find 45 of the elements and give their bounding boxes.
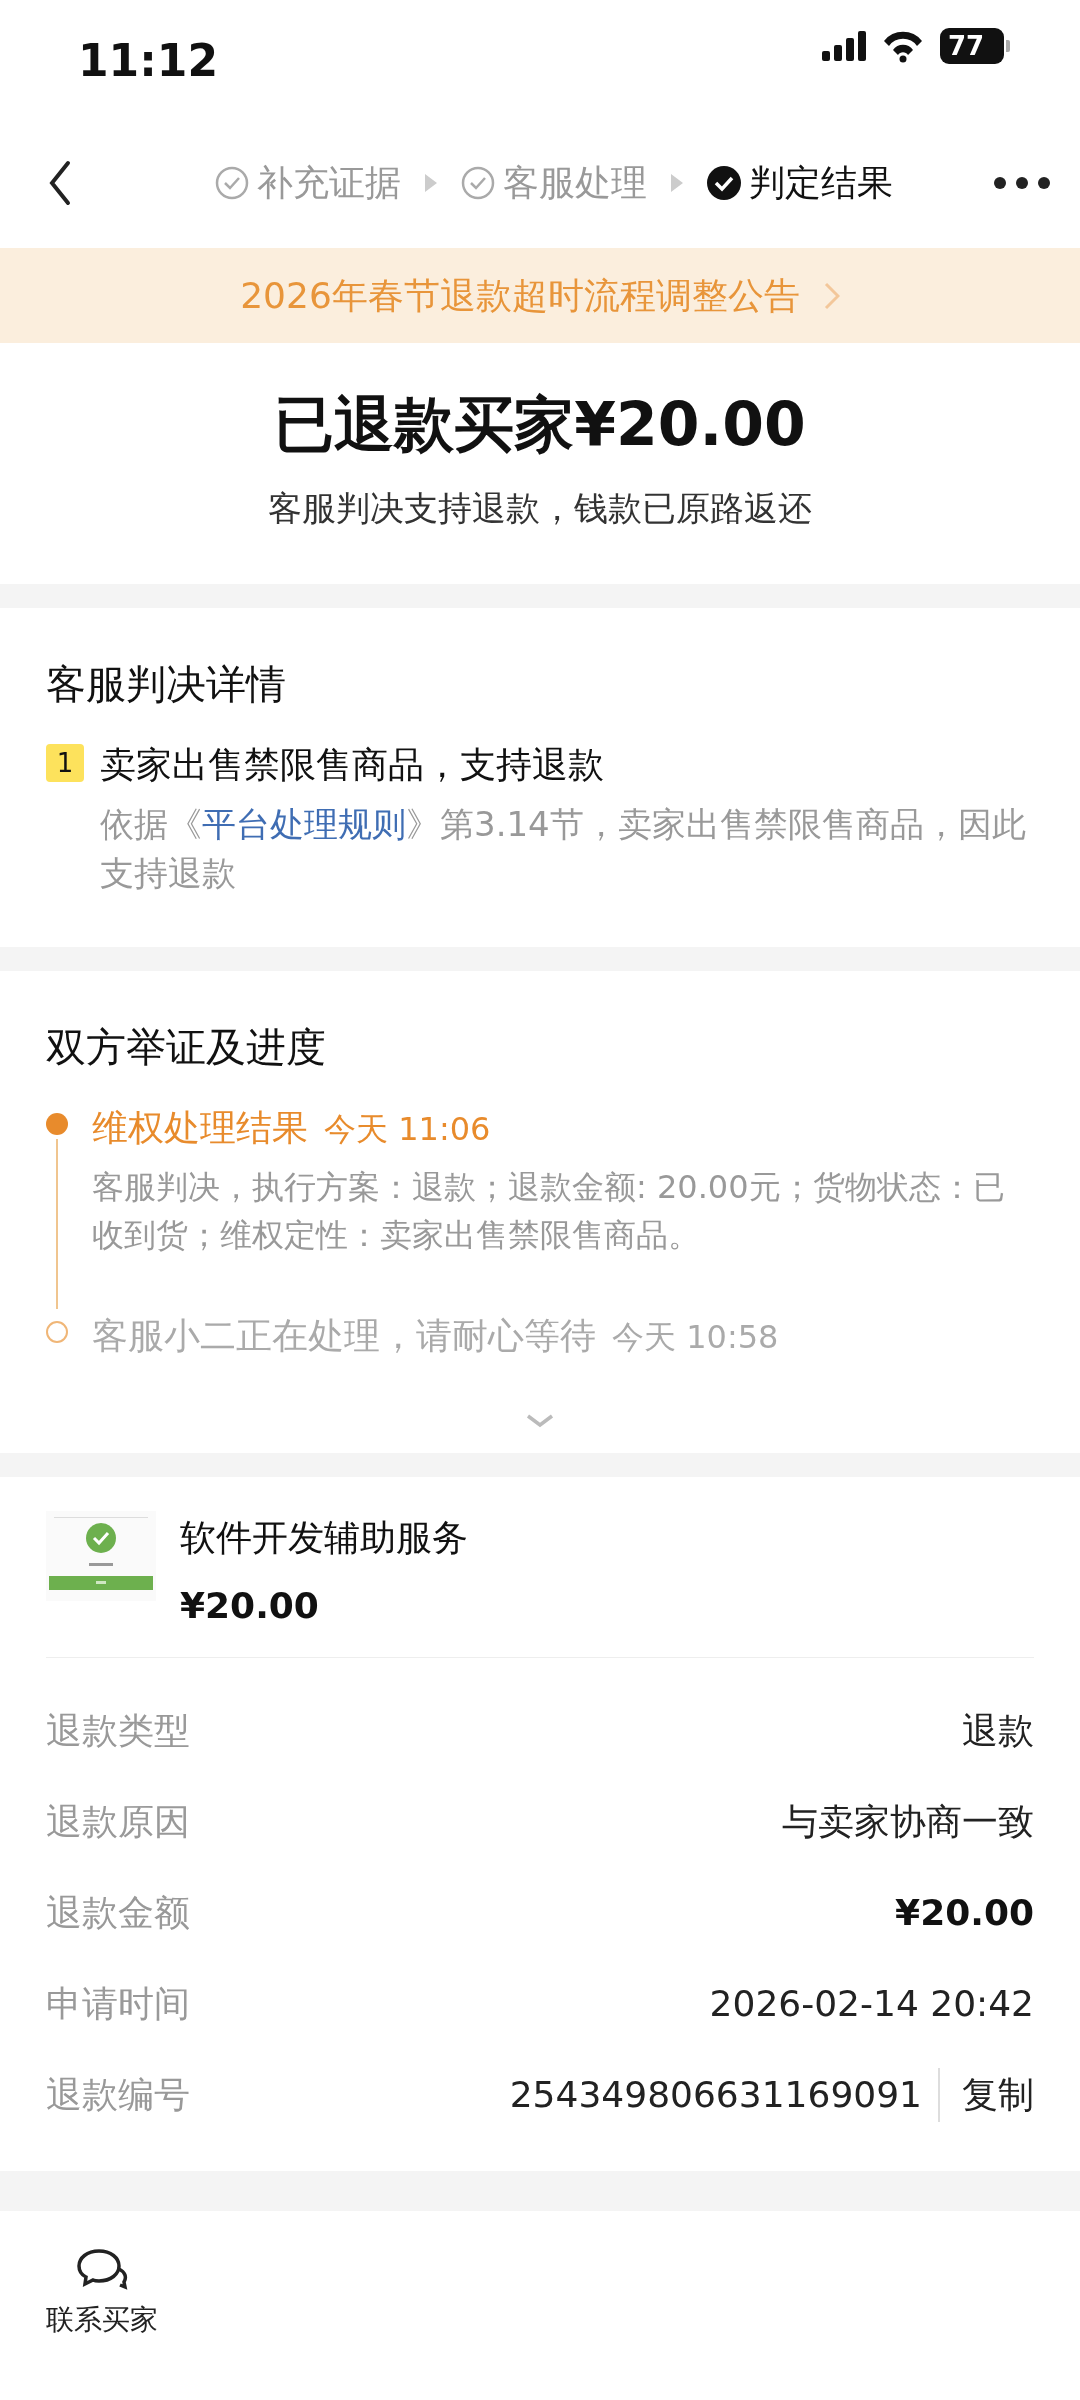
event-title: 维权处理结果	[92, 1105, 308, 1150]
battery-level: 77	[940, 28, 1004, 64]
detail-label: 申请时间	[46, 1982, 190, 2027]
detail-label: 退款原因	[46, 1800, 190, 1845]
more-button[interactable]	[994, 177, 1050, 189]
more-icon	[994, 177, 1050, 189]
detail-value: 254349806631169091	[509, 2073, 922, 2118]
signal-icon	[822, 31, 866, 61]
chevron-down-icon	[526, 1414, 554, 1429]
detail-label: 退款编号	[46, 2073, 190, 2118]
chat-icon	[75, 2246, 129, 2291]
check-icon	[707, 166, 741, 200]
judgment-basis: 依据《平台处理规则》第3.14节，卖家出售禁限售商品，因此支持退款	[100, 803, 1027, 896]
step-tab[interactable]: 客服处理	[461, 156, 647, 210]
number-badge: 1	[46, 744, 84, 782]
product-name: 软件开发辅助服务	[180, 1515, 468, 1560]
check-icon	[215, 166, 249, 200]
detail-value: ¥20.00	[895, 1891, 1034, 1936]
judgment-title: 卖家出售禁限售商品，支持退款	[100, 743, 605, 787]
event-title: 客服小二正在处理，请耐心等待	[92, 1313, 596, 1358]
result-subtitle: 客服判决支持退款，钱款已原路返还	[267, 487, 813, 530]
detail-label: 退款金额	[46, 1891, 190, 1936]
copy-button[interactable]: 复制	[938, 2068, 1034, 2123]
event-detail: 客服判决，执行方案：退款；退款金额: 20.00元；货物状态：已收到货；维权定性：卖家出售禁限售商品。	[92, 1166, 1006, 1256]
notice-text: 2026年春节退款超时流程调整公告	[240, 273, 800, 318]
check-icon	[461, 166, 495, 200]
event-time: 今天 11:06	[324, 1108, 491, 1150]
detail-value: 2026-02-14 20:42	[709, 1982, 1034, 2027]
section-title: 客服判决详情	[46, 660, 287, 709]
status-time: 11:12	[78, 34, 219, 88]
chevron-right-icon	[823, 281, 840, 310]
step-tab[interactable]: 补充证据	[215, 156, 401, 210]
section-title: 双方举证及进度	[46, 1022, 327, 1072]
step-arrow-icon	[671, 174, 683, 192]
detail-value: 与卖家协商一致	[782, 1800, 1034, 1845]
contact-button[interactable]: 联系买家	[46, 2246, 158, 2341]
event-time: 今天 10:58	[612, 1316, 779, 1358]
result-title: 已退款买家¥20.00	[273, 388, 807, 461]
product-price: ¥20.00	[180, 1583, 320, 1628]
wifi-icon	[882, 29, 924, 63]
step-arrow-icon	[425, 174, 437, 192]
detail-value: 退款	[962, 1709, 1034, 1754]
rule-link[interactable]: 平台处理规则	[202, 804, 406, 844]
detail-label: 退款类型	[46, 1709, 190, 1754]
step-tab[interactable]: 判定结果	[707, 156, 893, 210]
